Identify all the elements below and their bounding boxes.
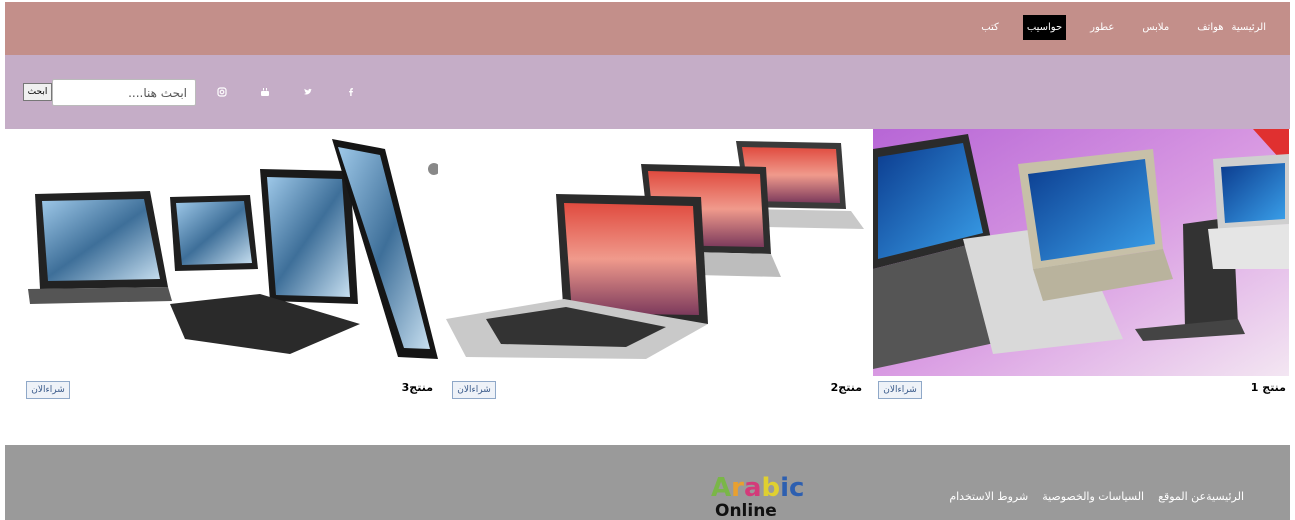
product-name-1: منتج 1 xyxy=(1250,381,1286,394)
logo-letter: c xyxy=(789,473,805,503)
buy-now-button-2[interactable]: شراءالان xyxy=(452,381,496,399)
main-menu: الرئيسية هواتف ملابس عطور حواسيب كتب xyxy=(957,12,1270,42)
top-navbar: الرئيسية هواتف ملابس عطور حواسيب كتب xyxy=(5,2,1290,55)
nav-phones[interactable]: هواتف xyxy=(1193,16,1227,39)
logo-word: Arabic xyxy=(711,475,823,501)
youtube-icon[interactable] xyxy=(258,85,272,99)
search-input[interactable] xyxy=(52,79,196,106)
instagram-icon[interactable] xyxy=(215,85,229,99)
nav-home[interactable]: الرئيسية xyxy=(1228,16,1270,39)
buy-now-button-3[interactable]: شراءالان xyxy=(26,381,70,399)
logo-letter: i xyxy=(780,473,790,503)
nav-books[interactable]: كتب xyxy=(977,16,1003,39)
buy-now-button-1[interactable]: شراءالان xyxy=(878,381,922,399)
logo-letter: a xyxy=(743,473,762,503)
nav-clothes[interactable]: ملابس xyxy=(1138,16,1173,39)
footer-link-about[interactable]: عن الموقع xyxy=(1158,490,1206,503)
product-card-2: منتج2 شراءالان xyxy=(446,129,866,429)
facebook-icon[interactable] xyxy=(344,85,358,99)
footer-link-privacy[interactable]: السياسات والخصوصية xyxy=(1042,490,1144,503)
search-button[interactable]: ابحث xyxy=(23,83,52,101)
logo: Arabic Online xyxy=(711,475,823,520)
footer: الرئيسية عن الموقع السياسات والخصوصية شر… xyxy=(5,445,1290,520)
footer-links: الرئيسية عن الموقع السياسات والخصوصية شر… xyxy=(935,485,1244,504)
nav-computers[interactable]: حواسيب xyxy=(1022,14,1067,40)
product-card-3: منتج3 شراءالان xyxy=(20,129,438,429)
logo-letter: b xyxy=(761,473,781,503)
footer-link-home[interactable]: الرئيسية xyxy=(1206,490,1244,503)
product-name-2: منتج2 xyxy=(830,381,862,394)
product-image-2[interactable] xyxy=(446,129,866,376)
twitter-icon[interactable] xyxy=(301,85,315,99)
footer-link-terms[interactable]: شروط الاستخدام xyxy=(949,490,1028,503)
product-image-1[interactable] xyxy=(873,129,1289,376)
logo-sub: Online xyxy=(715,501,777,520)
product-image-3[interactable] xyxy=(20,129,438,376)
logo-letter: r xyxy=(731,473,744,503)
logo-letter: A xyxy=(711,473,732,503)
search-bar: ابحث xyxy=(5,55,1290,129)
product-name-3: منتج3 xyxy=(401,381,433,394)
product-card-1: منتج 1 شراءالان xyxy=(873,129,1289,429)
nav-perfumes[interactable]: عطور xyxy=(1086,16,1118,39)
